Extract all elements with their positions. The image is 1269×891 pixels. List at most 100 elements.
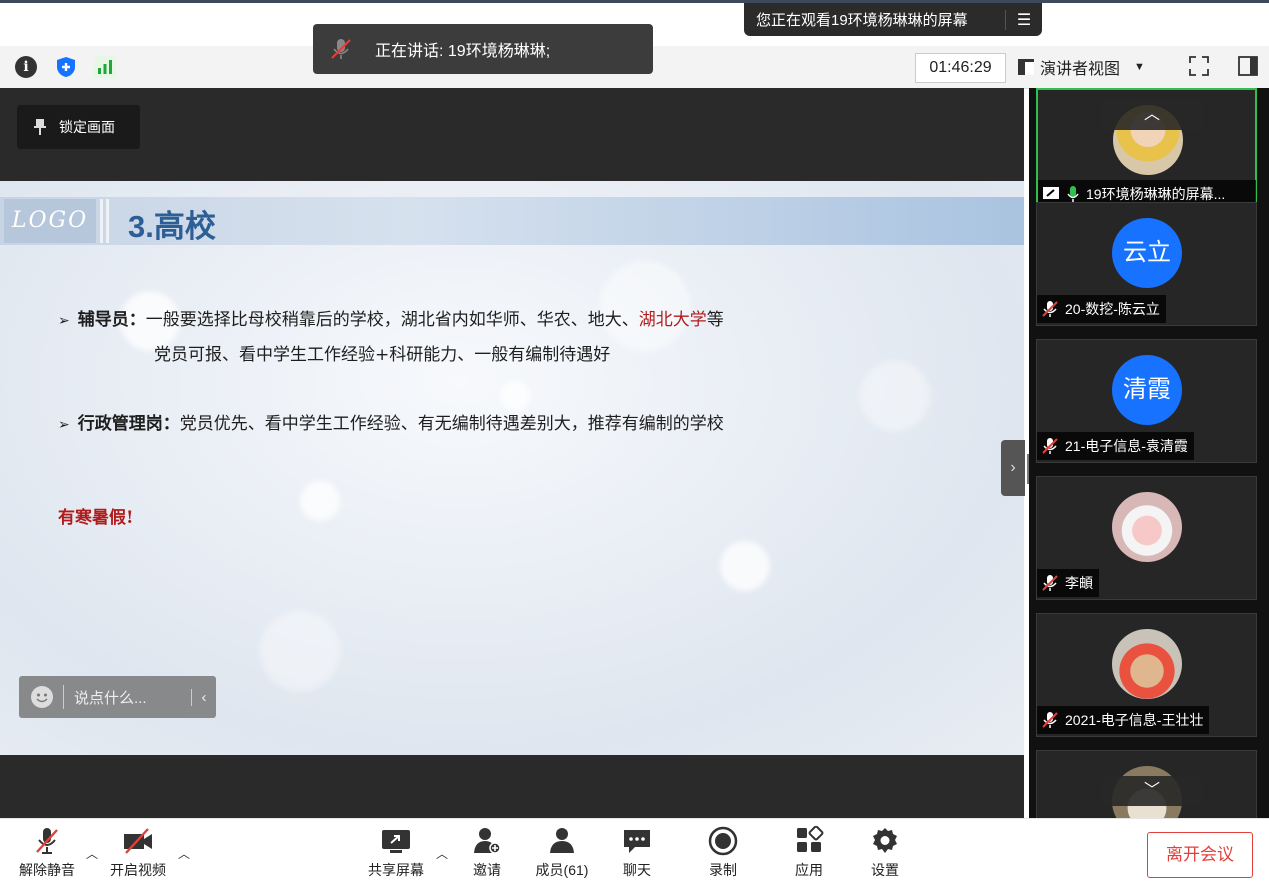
start-video-button[interactable]: 开启视频 xyxy=(104,826,172,880)
bullet-text: 等 xyxy=(706,310,724,330)
share-screen-label: 共享屏幕 xyxy=(368,862,424,878)
mic-on-icon xyxy=(1067,186,1079,202)
fullscreen-icon[interactable] xyxy=(1188,55,1210,77)
view-mode-dropdown[interactable]: 演讲者视图 ▼ xyxy=(1018,53,1170,81)
lock-screen-button[interactable]: 锁定画面 xyxy=(17,105,140,149)
bullet-counselor: ➢ 辅导员：一般要选择比母校稍靠后的学校，湖北省内如华师、华农、地大、湖北大学等 xyxy=(58,305,724,330)
bokeh-decoration xyxy=(860,361,930,431)
scroll-down-button[interactable]: ﹀ xyxy=(1102,776,1202,806)
avatar xyxy=(1112,492,1182,562)
screen-share-icon xyxy=(1043,187,1059,199)
chat-button[interactable]: 聊天 xyxy=(618,826,656,880)
chat-placeholder[interactable]: 说点什么... xyxy=(74,687,191,708)
record-icon xyxy=(708,826,738,856)
signal-icon[interactable] xyxy=(94,56,116,78)
presentation-slide: LOGO 3.高校 ➢ 辅导员：一般要选择比母校稍靠后的学校，湖北省内如华师、华农… xyxy=(0,181,1024,755)
info-icon[interactable]: i xyxy=(15,56,37,78)
share-screen-icon xyxy=(382,830,410,853)
participant-name: 2021-电子信息-王壮壮 xyxy=(1065,712,1204,728)
bullet-heading: 行政管理岗： xyxy=(77,414,180,434)
gear-icon xyxy=(873,828,897,853)
bullet-text: 一般要选择比母校稍靠后的学校，湖北省内如华师、华农、地大、 xyxy=(145,310,639,330)
chevron-left-icon[interactable]: ‹ xyxy=(191,688,216,706)
avatar: 清霞 xyxy=(1112,355,1182,425)
chevron-down-icon: ▼ xyxy=(1134,61,1145,73)
slide-title: 3.高校 xyxy=(128,209,216,244)
list-icon[interactable]: ☰ xyxy=(1005,9,1042,30)
speaking-indicator: 正在讲话: 19环境杨琳琳; xyxy=(313,24,653,74)
mic-muted-icon xyxy=(1042,575,1058,591)
mic-muted-icon xyxy=(36,828,58,854)
avatar: 云立 xyxy=(1112,218,1182,288)
participant-tile[interactable]: 李頔 xyxy=(1036,476,1257,600)
mic-muted-icon xyxy=(1042,438,1058,454)
highlight-text: 湖北大学 xyxy=(638,310,707,330)
apps-label: 应用 xyxy=(795,862,823,878)
invite-button[interactable]: 邀请 xyxy=(468,826,506,880)
participant-name: 20-数挖-陈云立 xyxy=(1065,301,1160,317)
slide-logo: LOGO xyxy=(4,199,96,243)
unmute-button[interactable]: 解除静音 xyxy=(14,826,80,880)
record-button[interactable]: 录制 xyxy=(704,826,742,880)
mic-muted-icon xyxy=(1042,712,1058,728)
participant-name: 李頔 xyxy=(1065,575,1093,591)
video-off-icon xyxy=(124,828,152,854)
avatar xyxy=(1112,629,1182,699)
vacation-note: 有寒暑假! xyxy=(58,508,134,528)
logo-divider xyxy=(106,199,109,243)
start-video-label: 开启视频 xyxy=(110,862,166,878)
chat-input-pill[interactable]: 说点什么... ‹ xyxy=(19,676,216,718)
participant-name: 21-电子信息-袁清霞 xyxy=(1065,438,1188,454)
bullet-text: 党员优先、看中学生工作经验、有无编制待遇差别大，推荐有编制的学校 xyxy=(179,414,724,434)
invite-label: 邀请 xyxy=(473,862,501,878)
mic-muted-icon xyxy=(331,39,351,59)
apps-icon xyxy=(797,826,824,852)
chevron-up-icon[interactable]: ︿ xyxy=(86,845,98,862)
apps-button[interactable]: 应用 xyxy=(790,826,828,880)
mic-muted-icon xyxy=(1042,301,1058,317)
bullet-counselor-line2: 党员可报、看中学生工作经验+科研能力、一般有编制待遇好 xyxy=(154,345,611,365)
bullet-admin: ➢ 行政管理岗：党员优先、看中学生工作经验、有无编制待遇差别大，推荐有编制的学校 xyxy=(58,409,724,434)
participant-name: 19环境杨琳琳的屏幕... xyxy=(1086,186,1226,202)
scroll-up-button[interactable]: ︿ xyxy=(1102,100,1202,130)
speaker-view-icon xyxy=(1018,59,1034,75)
unmute-label: 解除静音 xyxy=(19,862,75,878)
bokeh-decoration xyxy=(500,381,530,411)
participant-tile[interactable]: 2021-电子信息-王壮壮 xyxy=(1036,613,1257,737)
settings-button[interactable]: 设置 xyxy=(866,826,904,880)
bullet-arrow-icon: ➢ xyxy=(58,417,70,433)
logo-divider xyxy=(100,199,103,243)
window-top-strip xyxy=(0,0,1269,3)
panel-toggle-icon[interactable] xyxy=(1237,55,1259,77)
settings-label: 设置 xyxy=(871,862,899,878)
members-label: 成员(61) xyxy=(535,862,589,878)
leave-meeting-button[interactable]: 离开会议 xyxy=(1147,832,1253,878)
participant-name-bar: 2021-电子信息-王壮壮 xyxy=(1037,706,1210,734)
participant-tile[interactable]: 云立 20-数挖-陈云立 xyxy=(1036,202,1257,326)
view-mode-label: 演讲者视图 xyxy=(1040,61,1121,78)
chevron-up-icon[interactable]: ︿ xyxy=(436,845,448,862)
chat-label: 聊天 xyxy=(623,862,651,878)
share-screen-button[interactable]: 共享屏幕 xyxy=(364,826,428,880)
speaking-label: 正在讲话: 19环境杨琳琳; xyxy=(375,43,551,60)
collapse-panel-button[interactable]: › xyxy=(1001,440,1025,496)
watching-banner: 您正在观看19环境杨琳琳的屏幕 ☰ xyxy=(744,3,1042,36)
watching-label: 您正在观看19环境杨琳琳的屏幕 xyxy=(756,12,968,29)
bokeh-decoration xyxy=(300,481,340,521)
pin-icon xyxy=(34,119,46,135)
bokeh-decoration xyxy=(720,541,770,591)
participant-name-bar: 21-电子信息-袁清霞 xyxy=(1037,432,1194,460)
bokeh-decoration xyxy=(260,611,340,691)
participant-tile[interactable]: 清霞 21-电子信息-袁清霞 xyxy=(1036,339,1257,463)
record-label: 录制 xyxy=(709,862,737,878)
bullet-arrow-icon: ➢ xyxy=(58,313,70,329)
members-button[interactable]: 成员(61) xyxy=(530,826,594,880)
add-user-icon xyxy=(474,828,501,854)
chat-icon xyxy=(624,830,650,853)
users-icon xyxy=(550,828,574,853)
shield-icon[interactable] xyxy=(55,56,77,78)
lock-screen-label: 锁定画面 xyxy=(59,119,115,135)
emoji-icon[interactable] xyxy=(31,686,53,708)
chevron-up-icon[interactable]: ︿ xyxy=(178,845,190,862)
participant-name-bar: 李頔 xyxy=(1037,569,1099,597)
